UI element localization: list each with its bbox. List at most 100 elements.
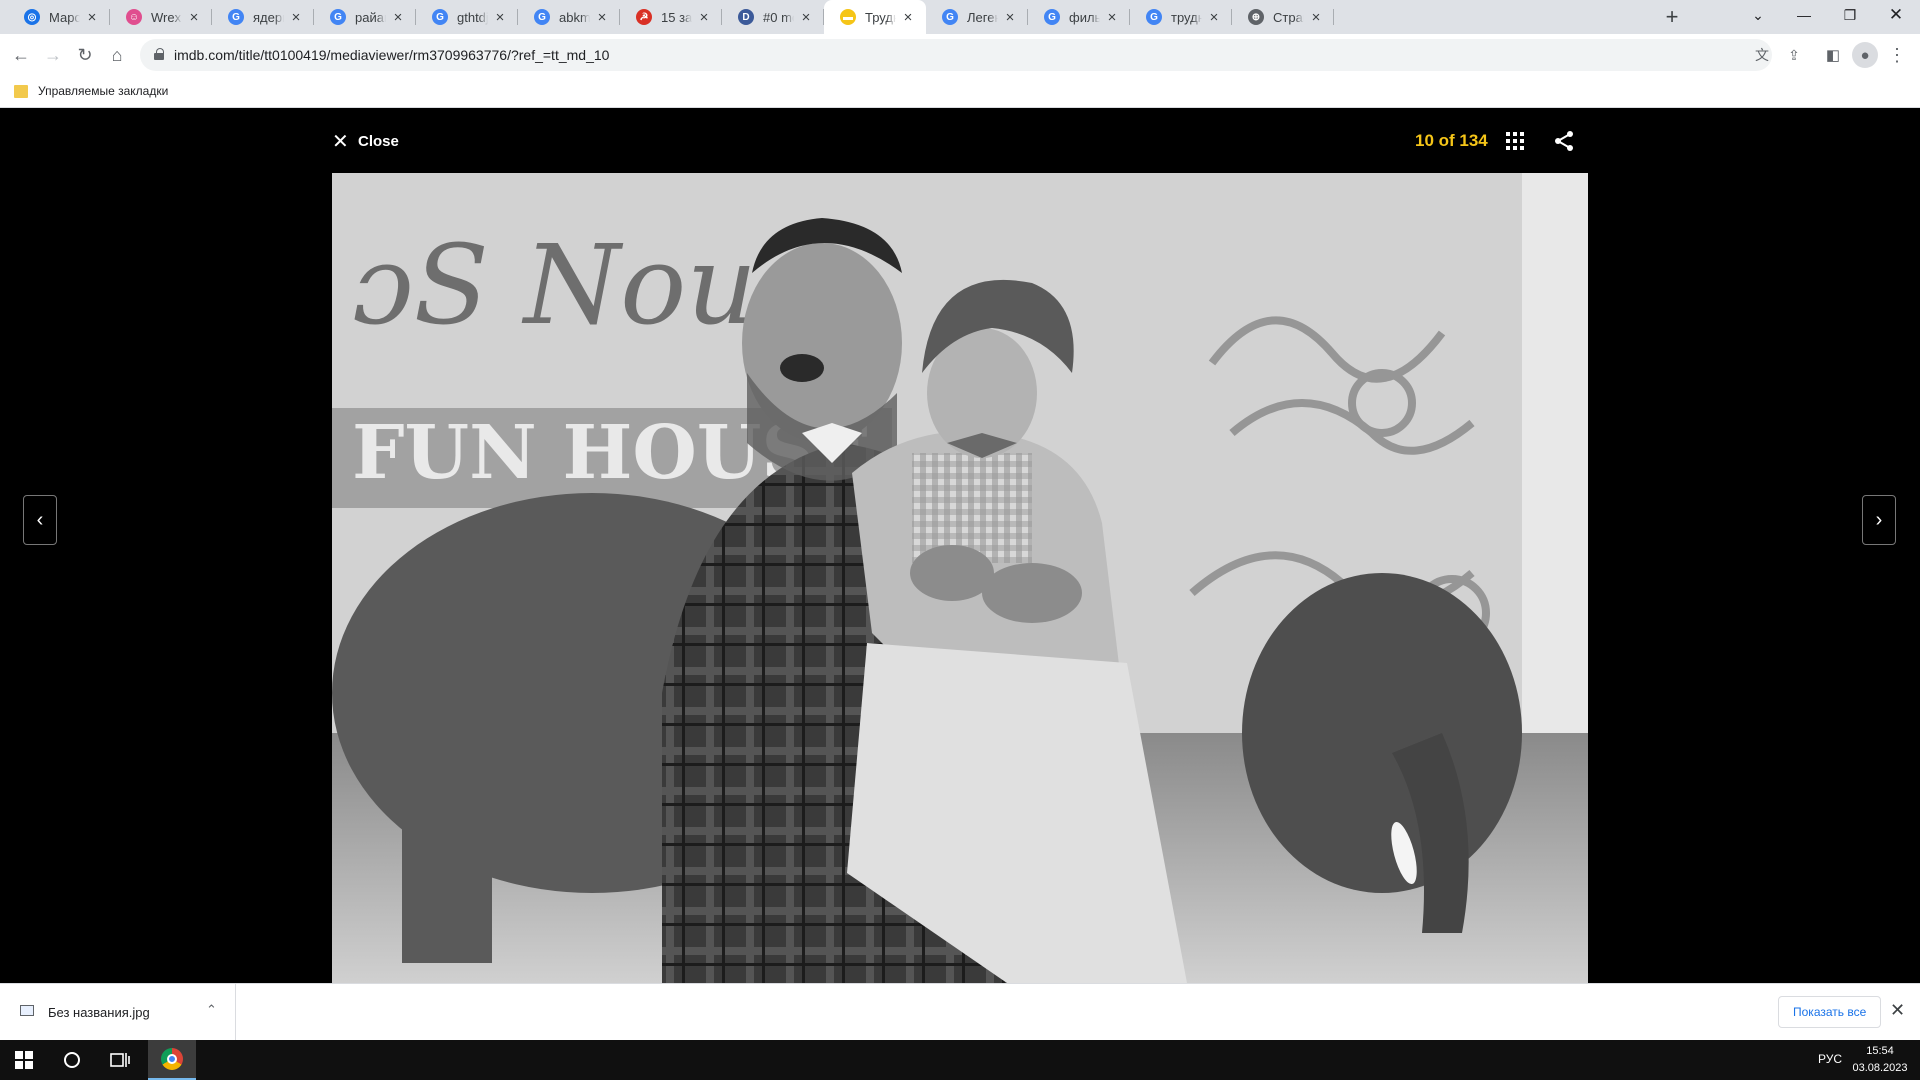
browser-tab[interactable]: D #0 movie× <box>722 0 824 34</box>
tab-close-icon[interactable]: × <box>288 9 304 26</box>
input-language[interactable]: РУС <box>1818 1052 1842 1066</box>
new-tab-button[interactable]: + <box>1660 4 1684 29</box>
browser-tab[interactable]: ☺ Wrexham A× <box>110 0 212 34</box>
tab-favicon-icon: ⊕ <box>1248 9 1264 25</box>
browser-tab[interactable]: ◎ Марочко: В× <box>8 0 110 34</box>
tab-title: 15 зарубеж <box>661 9 692 25</box>
tab-favicon-icon: ☭ <box>636 9 652 25</box>
close-label: Close <box>358 132 399 150</box>
tab-title: #0 movie <box>763 9 794 25</box>
tab-close-icon[interactable]: × <box>1002 9 1018 26</box>
forward-button[interactable]: → <box>38 40 68 70</box>
tab-favicon-icon: G <box>1044 9 1060 25</box>
tab-close-icon[interactable]: × <box>390 9 406 26</box>
tab-title: ядерный гр <box>253 9 284 25</box>
translate-icon[interactable]: 文 <box>1752 45 1772 65</box>
imdb-media-viewer: ✕ Close 10 of 134 ɔS Nouse FUN HOUSE ‹ › <box>0 109 1920 983</box>
clock-date: 03.08.2023 <box>1852 1062 1908 1074</box>
tab-close-icon[interactable]: × <box>696 9 712 26</box>
bookmarks-bar: Управляемые закладки <box>0 76 1920 108</box>
tab-title: фильмы 19 <box>1069 9 1100 25</box>
home-button[interactable]: ⌂ <box>102 40 132 70</box>
browser-tab[interactable]: ⊕ Страница 6× <box>1232 0 1334 34</box>
chrome-taskbar-icon[interactable] <box>148 1040 196 1080</box>
tab-favicon-icon: G <box>228 9 244 25</box>
windows-start-icon[interactable] <box>0 1040 48 1080</box>
clock-time: 15:54 <box>1866 1045 1894 1057</box>
tab-search-icon[interactable]: ⌄ <box>1735 0 1781 30</box>
movie-still-photo: ɔS Nouse FUN HOUSE <box>332 173 1588 983</box>
back-button[interactable]: ← <box>6 40 36 70</box>
tab-title: gthtdjlxbr - <box>457 9 488 25</box>
tab-close-icon[interactable]: × <box>186 9 202 26</box>
tab-title: Wrexham A <box>151 9 182 25</box>
image-file-icon <box>20 1005 34 1016</box>
bookmark-folder-icon[interactable] <box>14 85 28 98</box>
browser-tab[interactable]: ▬ Трудный р× <box>824 0 926 34</box>
share-page-icon[interactable]: ⇪ <box>1784 45 1804 65</box>
show-all-downloads-button[interactable]: Показать все <box>1778 996 1882 1028</box>
tab-title: райан рейн <box>355 9 386 25</box>
address-bar[interactable]: imdb.com/title/tt0100419/mediaviewer/rm3… <box>140 39 1800 71</box>
tab-close-icon[interactable]: × <box>1104 9 1120 26</box>
window-close-button[interactable]: ✕ <box>1873 0 1919 30</box>
close-icon: ✕ <box>332 130 349 153</box>
profile-avatar-icon[interactable]: ● <box>1852 42 1878 68</box>
tab-close-icon[interactable]: × <box>594 9 610 26</box>
tab-favicon-icon: ☺ <box>126 9 142 25</box>
url-text[interactable]: imdb.com/title/tt0100419/mediaviewer/rm3… <box>174 47 609 63</box>
tab-close-icon[interactable]: × <box>798 9 814 26</box>
tab-favicon-icon: G <box>432 9 448 25</box>
tab-title: Легенда Зо <box>967 9 998 25</box>
search-circle-icon[interactable] <box>48 1040 96 1080</box>
tab-favicon-icon: G <box>942 9 958 25</box>
close-download-shelf-icon[interactable]: ✕ <box>1890 1000 1905 1021</box>
image-counter: 10 of 134 <box>1415 131 1488 150</box>
browser-tab[interactable]: G Легенда Зо× <box>926 0 1028 34</box>
chrome-menu-icon[interactable]: ⋮ <box>1884 42 1910 68</box>
tab-separator <box>1333 9 1334 25</box>
browser-tab[interactable]: ☭ 15 зарубеж× <box>620 0 722 34</box>
tab-close-icon[interactable]: × <box>84 9 100 26</box>
tab-title: трудный ре <box>1171 9 1202 25</box>
gallery-grid-icon[interactable] <box>1506 132 1524 150</box>
minimize-button[interactable]: — <box>1781 0 1827 30</box>
tab-favicon-icon: ▬ <box>840 9 856 25</box>
side-panel-icon[interactable]: ◧ <box>1820 42 1846 68</box>
share-icon[interactable] <box>1552 129 1576 153</box>
tab-favicon-icon: G <box>534 9 550 25</box>
tab-favicon-icon: G <box>1146 9 1162 25</box>
browser-tab[interactable]: Gядерный гр× <box>212 0 314 34</box>
browser-tab[interactable]: Gфильмы 19× <box>1028 0 1130 34</box>
next-image-button[interactable]: › <box>1862 495 1896 545</box>
tab-close-icon[interactable]: × <box>1308 9 1324 26</box>
tab-favicon-icon: G <box>330 9 346 25</box>
tab-close-icon[interactable]: × <box>1206 9 1222 26</box>
browser-tab[interactable]: Gтрудный ре× <box>1130 0 1232 34</box>
browser-tab[interactable]: Gabkmvs ccc× <box>518 0 620 34</box>
download-shelf: Без названия.jpg ⌃ Показать все ✕ <box>0 983 1920 1040</box>
browser-tab[interactable]: Gрайан рейн× <box>314 0 416 34</box>
lock-icon[interactable] <box>154 48 164 60</box>
close-button[interactable]: ✕ Close <box>332 129 399 153</box>
chevron-up-icon[interactable]: ⌃ <box>206 1002 217 1018</box>
download-item[interactable]: Без названия.jpg ⌃ <box>0 984 236 1040</box>
tab-title: Трудный р <box>865 9 896 25</box>
tab-favicon-icon: D <box>738 9 754 25</box>
tab-strip: + ⌄ — ❐ ✕ ◎Марочко: В×☺Wrexham A×Gядерны… <box>0 0 1920 34</box>
reload-button[interactable]: ↻ <box>70 40 100 70</box>
tab-favicon-icon: ◎ <box>24 9 40 25</box>
managed-bookmarks-link[interactable]: Управляемые закладки <box>38 84 168 98</box>
browser-toolbar: ← → ↻ ⌂ imdb.com/title/tt0100419/mediavi… <box>0 34 1920 76</box>
task-view-icon[interactable] <box>96 1040 144 1080</box>
previous-image-button[interactable]: ‹ <box>23 495 57 545</box>
photo-illustration: ɔS Nouse FUN HOUSE <box>332 173 1588 983</box>
windows-taskbar: РУС 15:54 03.08.2023 <box>0 1040 1920 1080</box>
tab-close-icon[interactable]: × <box>492 9 508 26</box>
system-clock[interactable]: 15:54 03.08.2023 <box>1850 1043 1910 1077</box>
maximize-button[interactable]: ❐ <box>1827 0 1873 30</box>
tab-title: abkmvs ccc <box>559 9 590 25</box>
browser-tab[interactable]: Ggthtdjlxbr -× <box>416 0 518 34</box>
download-file-name[interactable]: Без названия.jpg <box>48 1005 150 1020</box>
tab-close-icon[interactable]: × <box>900 9 916 26</box>
